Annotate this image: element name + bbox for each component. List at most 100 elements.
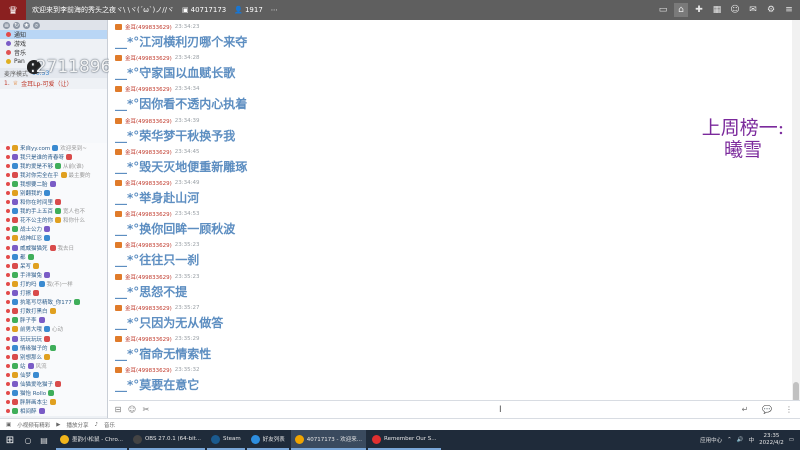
user-level-icon — [48, 390, 55, 397]
task-view-icon[interactable]: ▤ — [36, 430, 52, 450]
monitor-icon[interactable]: ▭ — [656, 3, 670, 17]
user-row[interactable]: 花不公主的你 和你什么 — [0, 216, 107, 225]
user-row[interactable]: 相间醉 — [0, 407, 107, 416]
status-item-share[interactable]: 播放分享 — [66, 421, 88, 429]
menu-icon[interactable]: ≡ — [782, 3, 796, 17]
message-user[interactable]: 金耳(499833629) — [125, 23, 172, 31]
user-row[interactable]: 别想那么 — [0, 352, 107, 361]
taskbar-app[interactable]: OBS 27.0.1 (64-bit... — [128, 430, 206, 450]
font-icon[interactable]: ⊟ — [113, 405, 123, 415]
user-row[interactable]: 战神红忍 — [0, 234, 107, 243]
scroll-thumb[interactable] — [793, 382, 799, 402]
chat-scrollbar[interactable] — [792, 20, 800, 402]
user-row[interactable]: 我对你完全在乎 最主要的 — [0, 170, 107, 179]
user-row[interactable]: 猫怡 Rollo — [0, 389, 107, 398]
gamepad-icon[interactable]: ✚ — [692, 3, 706, 17]
user-row[interactable]: 打擦 — [0, 289, 107, 298]
taskbar-app-label: 墨韵小松鼠 - Chro... — [72, 437, 123, 443]
user-row[interactable]: 仙猫爱吃猫子 — [0, 379, 107, 388]
message-user[interactable]: 金耳(499833629) — [125, 148, 172, 156]
taskbar-app[interactable]: Steam — [207, 430, 245, 450]
user-row[interactable]: 打数打黑白 — [0, 307, 107, 316]
chat-area: 金耳(499833629) 23:34:23 __*°江河横利刃哪个来夺 金耳(499… — [109, 20, 792, 400]
message-user[interactable]: 金耳(499833629) — [125, 273, 172, 281]
home-icon[interactable]: ⌂ — [674, 3, 688, 17]
user-row[interactable]: 我想要二胎 — [0, 179, 107, 188]
taskbar-app[interactable]: 好友列表 — [246, 430, 289, 450]
taskbar-app[interactable]: 墨韵小松鼠 - Chro... — [56, 430, 127, 450]
message-user[interactable]: 金耳(499833629) — [125, 85, 172, 93]
crown-icon — [115, 242, 122, 249]
user-note: 欢迎来到~ — [60, 145, 87, 152]
message-user[interactable]: 金耳(499833629) — [125, 335, 172, 343]
user-row[interactable]: 前男大哦 心动 — [0, 325, 107, 334]
channel-item[interactable]: 音乐 — [0, 48, 107, 57]
message-user[interactable]: 金耳(499833629) — [125, 117, 172, 125]
user-row[interactable]: 情缘猫子的 — [0, 343, 107, 352]
message-user[interactable]: 金耳(499833629) — [125, 304, 172, 312]
app-logo[interactable]: ♛ — [0, 0, 26, 20]
message-text: __*°毁天灭地便重新雕琢 — [115, 159, 248, 174]
user-row[interactable]: 别翻我的 — [0, 188, 107, 197]
video-icon[interactable]: ▣ — [6, 422, 11, 428]
user-row[interactable]: 胖胖画本尘 — [0, 398, 107, 407]
app-center-label[interactable]: 应用中心 — [700, 436, 722, 444]
clock[interactable]: 23:35 2022/4/2 — [759, 433, 784, 447]
chat-input-bar[interactable]: ⊟ ☺ ✂ I ↵ 💬 ⋮ — [109, 400, 800, 418]
music-icon[interactable]: ♪ — [94, 422, 98, 428]
message-user[interactable]: 金耳(499833629) — [125, 54, 172, 62]
status-item-video[interactable]: 小视频有精彩 — [17, 421, 50, 429]
channel-item[interactable]: 通知 — [0, 30, 107, 39]
tray-arrow-icon[interactable]: ⌃ — [727, 437, 732, 443]
input-menu-icon[interactable]: ⋮ — [784, 404, 794, 414]
app-icon — [294, 434, 304, 444]
app-icon — [372, 434, 382, 444]
user-row[interactable]: 胖子李 — [0, 316, 107, 325]
top-more[interactable]: ⋯ — [271, 6, 278, 14]
user-row[interactable]: 我的手上五百 宽人也不 — [0, 207, 107, 216]
user-row[interactable]: 仙梦 — [0, 370, 107, 379]
user-row[interactable]: 来自yy.com 欢迎来到~ — [0, 143, 107, 152]
mic-queue-item[interactable]: 1. ♕ 金耳Lp-可爱（让） — [0, 78, 107, 89]
user-row[interactable]: 站 风流 — [0, 361, 107, 370]
ime-icon[interactable]: 中 — [749, 436, 755, 444]
message-user[interactable]: 金耳(499833629) — [125, 241, 172, 249]
user-row[interactable]: 玩玩玩玩 — [0, 334, 107, 343]
settings-icon[interactable]: ⚙ — [764, 3, 778, 17]
user-row[interactable]: 和你在时间里 — [0, 198, 107, 207]
user-row[interactable]: 我只是谁的青春呀 — [0, 152, 107, 161]
chat-bubble-icon[interactable]: 💬 — [762, 404, 772, 414]
channel-list-icon[interactable]: ≡ — [3, 21, 10, 29]
taskbar-app[interactable]: 40717173 - 欢迎来... — [290, 430, 367, 450]
taskbar-app[interactable]: Remember Our S... — [368, 430, 441, 450]
user-row[interactable]: 威威猫猫死 我去日 — [0, 243, 107, 252]
more-dots-icon[interactable]: ⋯ — [271, 6, 278, 14]
channel-item[interactable]: 游戏 — [0, 39, 107, 48]
user-row[interactable]: 都 — [0, 252, 107, 261]
status-item-music[interactable]: 音乐 — [104, 421, 115, 429]
user-row[interactable]: 打的吗 我(不)一样 — [0, 279, 107, 288]
user-row[interactable]: 我的爱是不够 从前(谁) — [0, 161, 107, 170]
play-share-icon[interactable]: ▶ — [56, 422, 60, 428]
message-user[interactable]: 金耳(499833629) — [125, 210, 172, 218]
screenshot-icon[interactable]: ✂ — [141, 405, 151, 415]
taskbar-search-icon[interactable]: ○ — [20, 430, 36, 450]
search-icon[interactable]: ⌕ — [33, 21, 40, 29]
message-user[interactable]: 金耳(499833629) — [125, 366, 172, 374]
windows-start-icon[interactable]: ⊞ — [0, 430, 20, 450]
user-icon[interactable]: ☺ — [728, 3, 742, 17]
user-row[interactable]: 战士公力 — [0, 225, 107, 234]
user-row[interactable]: 执笔写尽精致_你177 — [0, 298, 107, 307]
user-row[interactable]: 呆写 — [0, 261, 107, 270]
emoji-icon[interactable]: ☺ — [127, 405, 137, 415]
message-time: 23:35:32 — [174, 367, 200, 374]
refresh-icon[interactable]: ↻ — [13, 21, 20, 29]
user-row[interactable]: 手洋猫兔 — [0, 270, 107, 279]
send-icon[interactable]: ↵ — [740, 404, 750, 414]
notification-icon[interactable]: ▭ — [789, 437, 794, 443]
message-user[interactable]: 金耳(499833629) — [125, 179, 172, 187]
mail-icon[interactable]: ✉ — [746, 3, 760, 17]
volume-icon[interactable]: 🔊 — [737, 437, 744, 443]
star-icon[interactable]: ★ — [23, 21, 30, 29]
gift-icon[interactable]: ▦ — [710, 3, 724, 17]
